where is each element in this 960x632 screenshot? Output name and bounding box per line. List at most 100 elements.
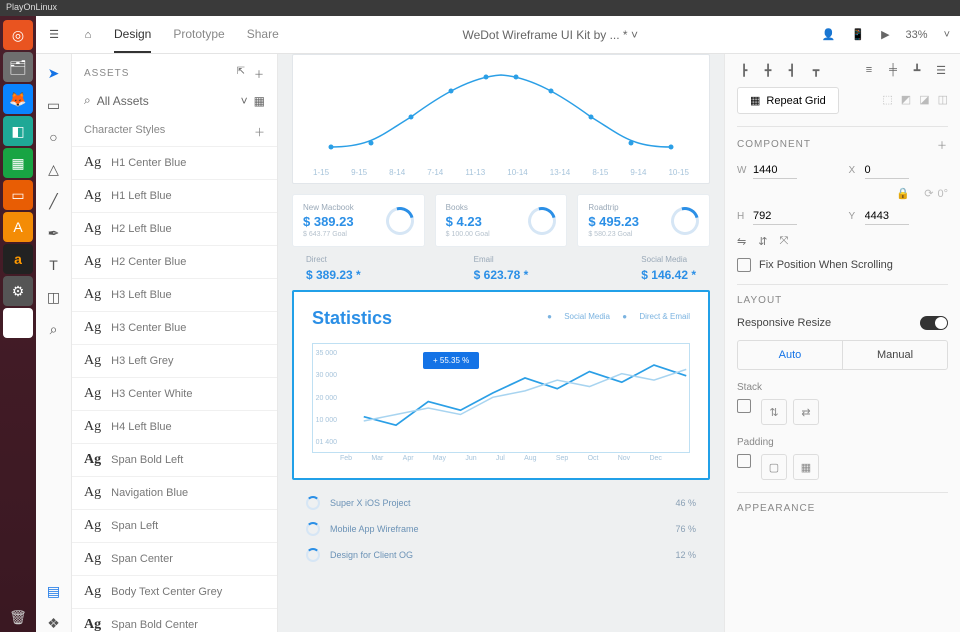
width-input[interactable] (753, 162, 797, 179)
trash-icon[interactable]: 🗑 (3, 602, 33, 632)
responsive-resize-toggle[interactable] (920, 316, 948, 330)
select-tool-icon[interactable]: ➤ (45, 64, 63, 82)
zoom-tool-icon[interactable]: ⌕ (45, 320, 63, 338)
intersect-icon[interactable]: ◪ (919, 93, 929, 106)
artboard-metrics[interactable]: New Macbook$ 389.23$ 643.77 GoalBooks$ 4… (292, 194, 710, 247)
flip-v-icon[interactable]: ⇵ (758, 235, 767, 248)
progress-row[interactable]: Mobile App Wireframe76 % (292, 516, 710, 542)
fix-position-checkbox[interactable] (737, 258, 751, 272)
play-icon[interactable]: ▶ (881, 28, 889, 41)
ubuntu-dash-icon[interactable]: ◎ (3, 20, 33, 50)
zoom-level[interactable]: 33% (906, 29, 928, 41)
stack-vertical-icon[interactable]: ⇅ (761, 399, 787, 425)
character-style-item[interactable]: AgBody Text Center Grey (72, 575, 277, 608)
stack-label: Stack (737, 382, 948, 393)
triangle-tool-icon[interactable]: △ (45, 160, 63, 178)
character-style-item[interactable]: AgNavigation Blue (72, 476, 277, 509)
pen-tool-icon[interactable]: ✒ (45, 224, 63, 242)
align-top-icon[interactable]: ┳ (809, 64, 823, 77)
y-input[interactable] (865, 208, 909, 225)
artboard-statistics-selected[interactable]: Statistics ● Social Media ● Direct & Ema… (292, 290, 710, 480)
resize-mode-segment[interactable]: Auto Manual (737, 340, 948, 370)
chevron-down-icon[interactable]: ˅ (944, 29, 950, 41)
x-input[interactable] (865, 162, 909, 179)
padding-individual-icon[interactable]: ▦ (793, 454, 819, 480)
align-left-icon[interactable]: ┣ (737, 64, 751, 77)
distribute-v-icon[interactable]: ☰ (934, 64, 948, 77)
firefox-icon[interactable]: 🦊 (3, 84, 33, 114)
character-style-item[interactable]: AgH3 Left Blue (72, 278, 277, 311)
ubuntu-launcher: ◎ 🗂 🦊 ◧ ▦ ▭ A a ⚙ ❖ 🗑 (0, 16, 36, 632)
progress-row[interactable]: Design for Client OG12 % (292, 542, 710, 568)
link-icon[interactable]: ⇱ (237, 66, 246, 81)
ellipse-tool-icon[interactable]: ○ (45, 128, 63, 146)
assets-filter-dropdown[interactable]: All Assets (97, 94, 235, 108)
rectangle-tool-icon[interactable]: ▭ (45, 96, 63, 114)
text-tool-icon[interactable]: T (45, 256, 63, 274)
character-style-item[interactable]: AgSpan Bold Center (72, 608, 277, 632)
character-style-item[interactable]: AgH2 Center Blue (72, 245, 277, 278)
menu-icon[interactable]: ☰ (46, 27, 62, 43)
user-icon[interactable]: 👤 (822, 28, 836, 41)
character-style-item[interactable]: AgH4 Left Blue (72, 410, 277, 443)
lock-aspect-icon[interactable]: 🔒 (896, 187, 910, 200)
tab-design[interactable]: Design (114, 27, 151, 53)
exclude-icon[interactable]: ◫ (938, 93, 948, 106)
character-style-item[interactable]: AgH2 Left Blue (72, 212, 277, 245)
tab-prototype[interactable]: Prototype (173, 27, 224, 42)
app-icon[interactable]: ◧ (3, 116, 33, 146)
artboard-simple-stats[interactable]: Direct$ 389.23 *Email$ 623.78 *Social Me… (292, 247, 710, 290)
align-middle-icon[interactable]: ╪ (886, 64, 900, 77)
files-icon[interactable]: 🗂 (3, 52, 33, 82)
metric-card[interactable]: New Macbook$ 389.23$ 643.77 Goal (292, 194, 425, 247)
stack-horizontal-icon[interactable]: ⇄ (793, 399, 819, 425)
plus-icon[interactable]: ＋ (937, 137, 948, 152)
layers-panel-icon[interactable]: ❖ (45, 614, 63, 632)
character-style-item[interactable]: AgSpan Left (72, 509, 277, 542)
resize-manual[interactable]: Manual (843, 341, 947, 369)
tab-share[interactable]: Share (247, 27, 279, 42)
plus-icon[interactable]: ＋ (254, 66, 265, 81)
app-multi-icon[interactable]: ❖ (3, 308, 33, 338)
home-icon[interactable]: ⌂ (80, 27, 96, 43)
padding-checkbox[interactable] (737, 454, 751, 468)
subtract-icon[interactable]: ◩ (901, 93, 911, 106)
character-style-item[interactable]: AgH1 Center Blue (72, 146, 277, 179)
document-title[interactable]: WeDot Wireframe UI Kit by ... * ˅ (297, 28, 804, 42)
line-tool-icon[interactable]: ╱ (45, 192, 63, 210)
artboard-tool-icon[interactable]: ◫ (45, 288, 63, 306)
union-icon[interactable]: ⬚ (882, 93, 892, 106)
artboard-curve[interactable]: 1-159-158-147-1411-1310-1413-148-159-141… (292, 54, 710, 184)
character-style-item[interactable]: AgSpan Bold Left (72, 443, 277, 476)
progress-row[interactable]: Super X iOS Project46 % (292, 490, 710, 516)
stack-checkbox[interactable] (737, 399, 751, 413)
settings-icon[interactable]: ⚙ (3, 276, 33, 306)
distribute-h-icon[interactable]: ≡ (862, 64, 876, 77)
metric-card[interactable]: Books$ 4.23$ 100.00 Goal (435, 194, 568, 247)
plus-icon[interactable]: ＋ (254, 124, 265, 140)
character-style-item[interactable]: AgSpan Center (72, 542, 277, 575)
metric-card[interactable]: Roadtrip$ 495.23$ 580.23 Goal (577, 194, 710, 247)
flip-h-icon[interactable]: ⇋ (737, 235, 746, 248)
amazon-icon[interactable]: a (3, 244, 33, 274)
device-preview-icon[interactable]: 📱 (851, 28, 865, 41)
padding-uniform-icon[interactable]: ▢ (761, 454, 787, 480)
character-style-item[interactable]: AgH3 Center White (72, 377, 277, 410)
assets-panel-icon[interactable]: ▤ (45, 582, 63, 600)
assets-panel: ASSETS ⇱＋ ⌕ All Assets ˅ ▦ Character Sty… (72, 54, 278, 632)
align-bottom-icon[interactable]: ┻ (910, 64, 924, 77)
align-center-h-icon[interactable]: ╋ (761, 64, 775, 77)
flip-both-icon[interactable]: ⤧ (779, 235, 788, 248)
libreoffice-impress-icon[interactable]: ▭ (3, 180, 33, 210)
canvas[interactable]: 1-159-158-147-1411-1310-1413-148-159-141… (278, 54, 724, 632)
grid-view-icon[interactable]: ▦ (254, 94, 265, 108)
software-center-icon[interactable]: A (3, 212, 33, 242)
align-right-icon[interactable]: ┫ (785, 64, 799, 77)
character-style-item[interactable]: AgH3 Left Grey (72, 344, 277, 377)
resize-auto[interactable]: Auto (738, 341, 843, 369)
character-style-item[interactable]: AgH1 Left Blue (72, 179, 277, 212)
repeat-grid-button[interactable]: ▦Repeat Grid (737, 87, 839, 114)
height-input[interactable] (753, 208, 797, 225)
libreoffice-calc-icon[interactable]: ▦ (3, 148, 33, 178)
character-style-item[interactable]: AgH3 Center Blue (72, 311, 277, 344)
